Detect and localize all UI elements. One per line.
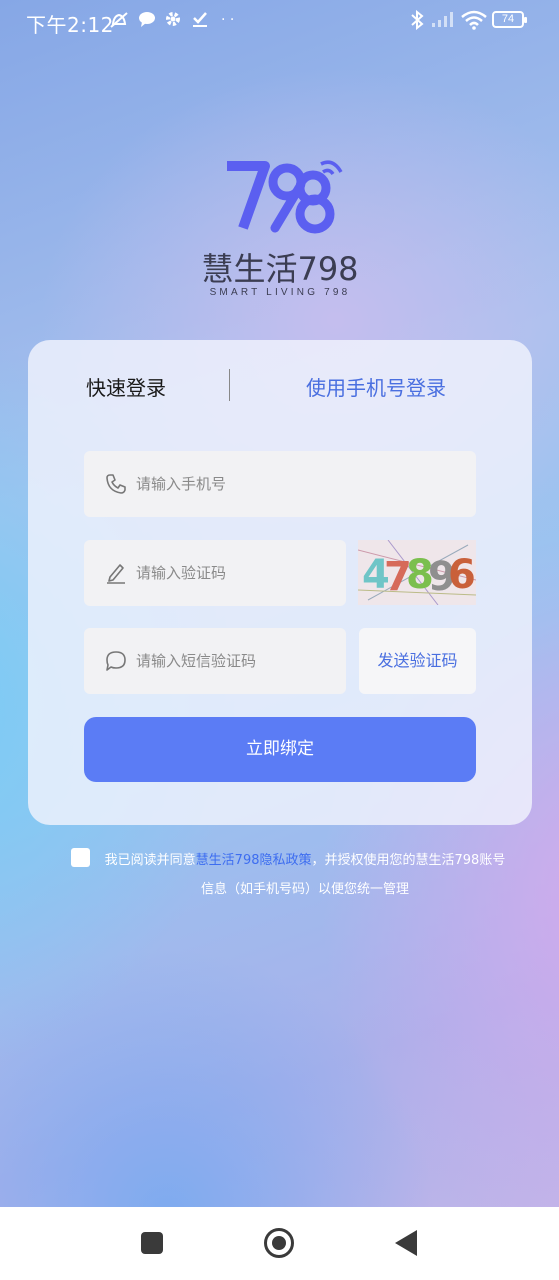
sms-code-field [84,628,346,694]
tab-quick-login[interactable]: 快速登录 [86,372,166,401]
phone-field [84,451,476,517]
captcha-input[interactable] [136,540,336,606]
tab-divider [229,369,230,401]
download-check-icon [191,10,209,33]
captcha-digit: 6 [448,552,476,598]
send-code-button[interactable]: 发送验证码 [359,628,476,694]
pencil-icon [104,561,128,585]
agreement-prefix: 我已阅读并同意 [104,853,196,868]
phone-input[interactable] [136,451,436,517]
mute-bell-icon [108,10,130,35]
captcha-field [84,540,346,606]
status-bar: 下午2:12 · · 74 [0,0,559,42]
more-dots-icon: · · [221,12,235,28]
message-icon [104,649,128,673]
captcha-image[interactable]: 4 7 8 9 6 [358,540,476,605]
home-icon[interactable] [264,1228,294,1258]
agreement-checkbox[interactable] [71,848,90,867]
privacy-policy-link[interactable]: 慧生活798隐私政策 [196,853,312,868]
chat-bubble-icon [138,10,156,33]
bind-button[interactable]: 立即绑定 [84,717,476,782]
back-icon[interactable] [395,1230,417,1256]
battery-icon: 74 [492,11,527,28]
logo-mark [227,160,343,234]
status-time: 下午2:12 [26,13,114,37]
agreement-text: 我已阅读并同意慧生活798隐私政策，并授权使用您的慧生活798账号信息（如手机号… [100,846,510,904]
login-card: 快速登录 使用手机号登录 4 7 8 9 6 [28,340,532,825]
gear-icon [164,10,182,33]
bluetooth-icon [410,9,424,35]
logo-brand-name: 慧生活798 [201,250,359,288]
phone-icon [104,472,128,496]
signal-icon [431,10,457,33]
logo-tagline: SMART LIVING 798 [209,287,351,298]
recent-apps-icon[interactable] [141,1232,163,1254]
app-logo: 慧生活798 SMART LIVING 798 [195,158,365,303]
tab-phone-login[interactable]: 使用手机号登录 [306,372,446,401]
system-nav-bar [0,1207,559,1280]
sms-code-input[interactable] [136,628,336,694]
wifi-icon [461,10,487,35]
